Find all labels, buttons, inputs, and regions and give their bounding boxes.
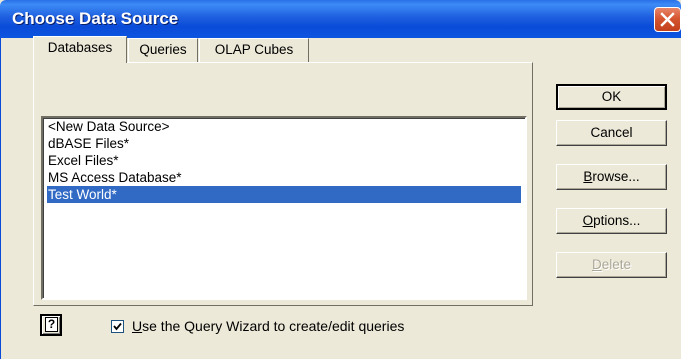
ok-label: OK	[601, 89, 622, 104]
query-wizard-mnemonic: U	[132, 318, 143, 334]
query-wizard-text: se the Query Wizard to create/edit queri…	[142, 318, 405, 334]
cancel-button[interactable]: Cancel	[556, 120, 667, 146]
close-icon	[660, 12, 675, 27]
browse-label: rowse...	[592, 169, 640, 184]
tab-label: Databases	[47, 40, 113, 55]
tab-olap-cubes[interactable]: OLAP Cubes	[199, 38, 309, 62]
title-bar[interactable]: Choose Data Source	[0, 0, 681, 38]
query-wizard-label[interactable]: Use the Query Wizard to create/edit quer…	[132, 317, 404, 335]
tab-panel	[33, 62, 533, 306]
query-wizard-checkbox[interactable]	[111, 320, 124, 333]
browse-button[interactable]: Browse...	[556, 164, 667, 190]
ok-button[interactable]: OK	[556, 84, 667, 110]
close-button[interactable]	[654, 7, 681, 32]
help-icon: ?	[45, 317, 58, 332]
delete-label: elete	[601, 257, 632, 272]
delete-mnemonic: D	[591, 257, 602, 272]
options-button[interactable]: Options...	[556, 208, 667, 234]
tab-databases[interactable]: Databases	[33, 36, 127, 63]
help-button[interactable]: ?	[40, 314, 62, 336]
delete-button[interactable]: Delete	[556, 252, 667, 278]
window-title: Choose Data Source	[12, 9, 179, 28]
tab-label: OLAP Cubes	[214, 42, 294, 57]
cancel-label: Cancel	[590, 125, 633, 140]
tab-label: Queries	[139, 42, 187, 57]
choose-data-source-dialog: Choose Data Source Databases Queries OLA…	[0, 0, 681, 359]
options-mnemonic: O	[582, 213, 594, 228]
options-label: ptions...	[593, 213, 641, 228]
tab-queries[interactable]: Queries	[128, 38, 198, 62]
checkmark-icon	[113, 322, 122, 331]
